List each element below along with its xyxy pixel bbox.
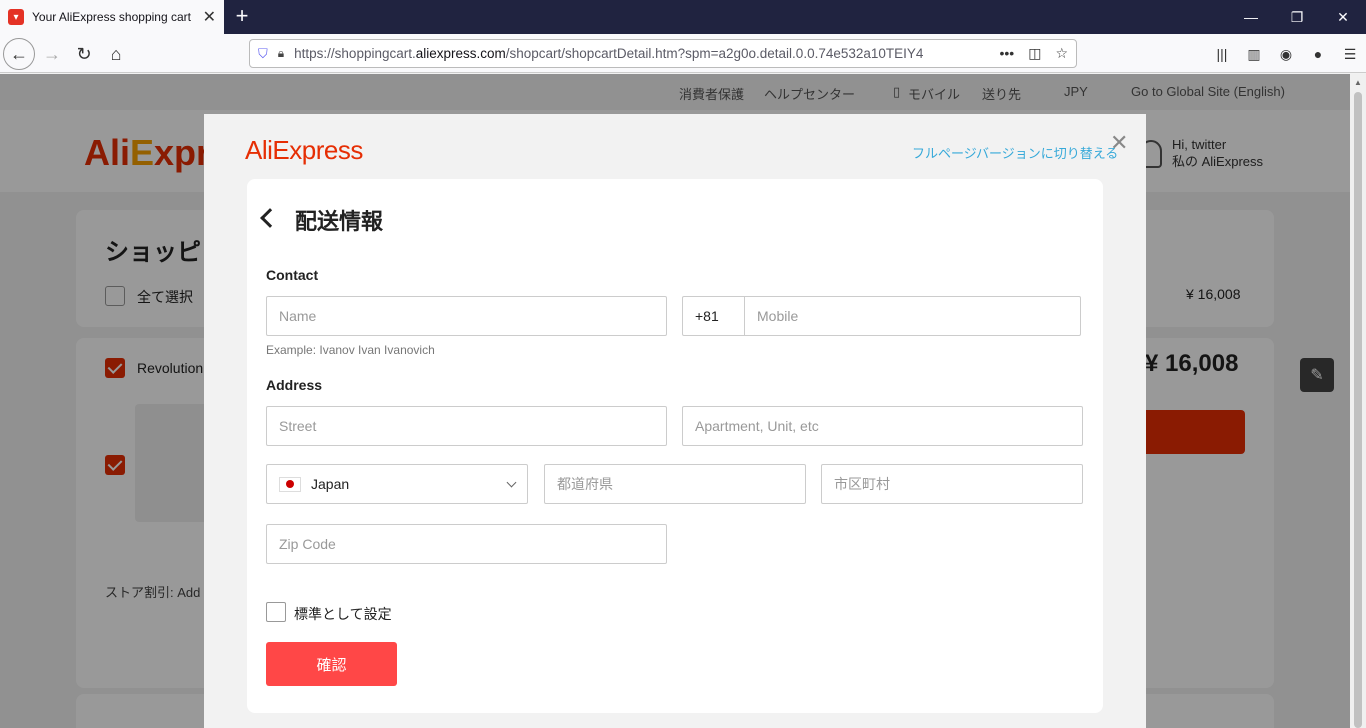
url-bar[interactable]: ⛉ 🔒︎ https://shoppingcart.aliexpress.com… xyxy=(249,39,1077,68)
name-input[interactable] xyxy=(267,297,666,335)
lock-icon[interactable]: 🔒︎ xyxy=(278,46,284,61)
library-icon[interactable]: ||| xyxy=(1206,38,1238,70)
browser-tab-bar: ▾ Your AliExpress shopping cart - ✕ + — … xyxy=(0,0,1366,34)
restore-icon[interactable]: ❐ xyxy=(1274,0,1320,34)
shipping-modal: AliExpress フルページバージョンに切り替える ✕ 配送情報 Conta… xyxy=(204,114,1146,728)
name-field-wrapper xyxy=(266,296,667,336)
street-input[interactable] xyxy=(267,407,666,445)
city-field-wrapper xyxy=(821,464,1083,504)
apartment-input[interactable] xyxy=(683,407,1082,445)
back-arrow-icon[interactable]: ← xyxy=(3,38,35,70)
mobile-field-wrapper: +81 xyxy=(682,296,1081,336)
confirm-button[interactable]: 確認 xyxy=(266,642,397,686)
scroll-thumb[interactable] xyxy=(1354,92,1362,728)
pocket-icon[interactable]: ◫ xyxy=(1028,45,1041,62)
url-text[interactable]: https://shoppingcart.aliexpress.com/shop… xyxy=(294,46,974,61)
modal-title: 配送情報 xyxy=(295,209,384,234)
set-default-checkbox[interactable] xyxy=(266,602,286,622)
aliexpress-favicon-icon: ▾ xyxy=(8,9,24,25)
shipping-form: 配送情報 Contact +81 Example: Ivanov Ivan Iv… xyxy=(247,179,1103,713)
extensions-icon[interactable]: ● xyxy=(1302,38,1334,70)
tab-close-icon[interactable]: ✕ xyxy=(203,7,216,27)
account-icon[interactable]: ◉ xyxy=(1270,38,1302,70)
country-select[interactable]: Japan xyxy=(266,464,528,504)
country-value: Japan xyxy=(311,476,350,492)
contact-section-label: Contact xyxy=(266,267,319,283)
window-close-icon[interactable]: ✕ xyxy=(1320,0,1366,34)
tab-title: Your AliExpress shopping cart - xyxy=(32,10,192,24)
reload-icon[interactable]: ↻ xyxy=(68,38,100,70)
page-scrollbar[interactable]: ▲ xyxy=(1350,74,1366,728)
browser-nav-bar: ← → ↻ ⌂ ⛉ 🔒︎ https://shoppingcart.aliexp… xyxy=(0,34,1366,73)
chevron-down-icon xyxy=(506,477,517,487)
bookmark-star-icon[interactable]: ☆ xyxy=(1055,45,1068,62)
home-icon[interactable]: ⌂ xyxy=(100,38,132,70)
japan-flag-icon xyxy=(279,476,301,492)
apartment-field-wrapper xyxy=(682,406,1083,446)
modal-close-icon[interactable]: ✕ xyxy=(1110,130,1128,156)
city-input[interactable] xyxy=(822,465,1082,503)
phone-country-code[interactable]: +81 xyxy=(683,297,745,335)
full-page-version-link[interactable]: フルページバージョンに切り替える xyxy=(912,143,1118,162)
browser-tab[interactable]: ▾ Your AliExpress shopping cart - ✕ xyxy=(0,0,224,34)
mobile-input[interactable] xyxy=(745,297,1080,335)
minimize-icon[interactable]: — xyxy=(1228,0,1274,34)
modal-aliexpress-logo: AliExpress xyxy=(245,135,363,165)
scroll-up-icon[interactable]: ▲ xyxy=(1354,78,1362,87)
zip-code-input[interactable] xyxy=(267,525,666,563)
street-field-wrapper xyxy=(266,406,667,446)
forward-arrow-icon[interactable]: → xyxy=(36,38,68,70)
tracking-shield-icon[interactable]: ⛉ xyxy=(258,46,268,62)
new-tab-icon[interactable]: + xyxy=(230,4,254,28)
sidebar-icon[interactable]: ▥ xyxy=(1238,38,1270,70)
set-default-label[interactable]: 標準として設定 xyxy=(294,604,392,624)
prefecture-field-wrapper xyxy=(544,464,806,504)
page-actions-icon[interactable]: ••• xyxy=(999,45,1014,62)
address-section-label: Address xyxy=(266,377,323,393)
menu-icon[interactable]: ☰ xyxy=(1334,38,1366,70)
name-hint: Example: Ivanov Ivan Ivanovich xyxy=(266,343,435,357)
prefecture-input[interactable] xyxy=(545,465,805,503)
zip-field-wrapper xyxy=(266,524,667,564)
back-chevron-icon[interactable] xyxy=(260,208,280,228)
